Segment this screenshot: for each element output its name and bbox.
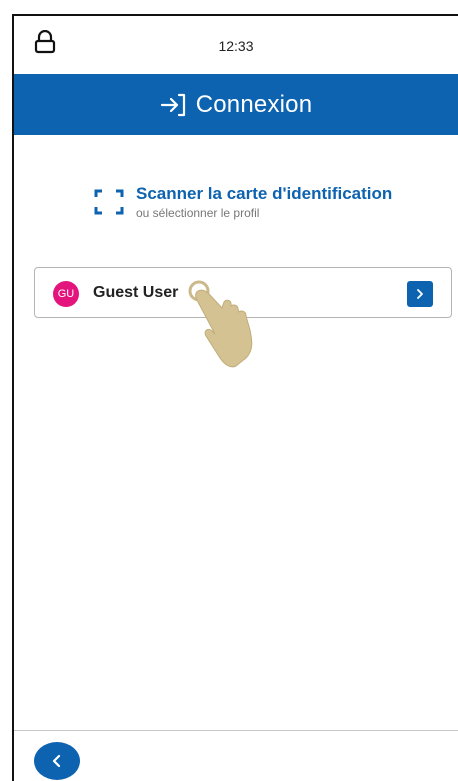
chevron-left-icon	[52, 754, 61, 768]
back-button[interactable]	[34, 742, 80, 780]
profile-select-button[interactable]	[407, 281, 433, 307]
scan-card-subtitle: ou sélectionner le profil	[136, 206, 260, 220]
status-bar: 12:33	[14, 16, 458, 74]
clock-time: 12:33	[218, 38, 254, 54]
footer-divider	[14, 730, 458, 731]
chevron-right-icon	[417, 289, 423, 299]
avatar: GU	[53, 281, 79, 307]
scan-prompt: Scanner la carte d'identification ou sél…	[94, 184, 392, 220]
page-title: Connexion	[195, 90, 313, 118]
profile-name: Guest User	[93, 284, 179, 301]
app-frame: 12:33 Connexion Scanner la carte d'ident…	[12, 14, 458, 781]
hand-pointer-icon	[184, 278, 260, 375]
scan-card-title: Scanner la carte d'identification	[136, 184, 393, 203]
scan-frame-icon	[94, 189, 124, 215]
login-arrow-icon	[160, 93, 185, 116]
page-header: Connexion	[14, 74, 458, 135]
